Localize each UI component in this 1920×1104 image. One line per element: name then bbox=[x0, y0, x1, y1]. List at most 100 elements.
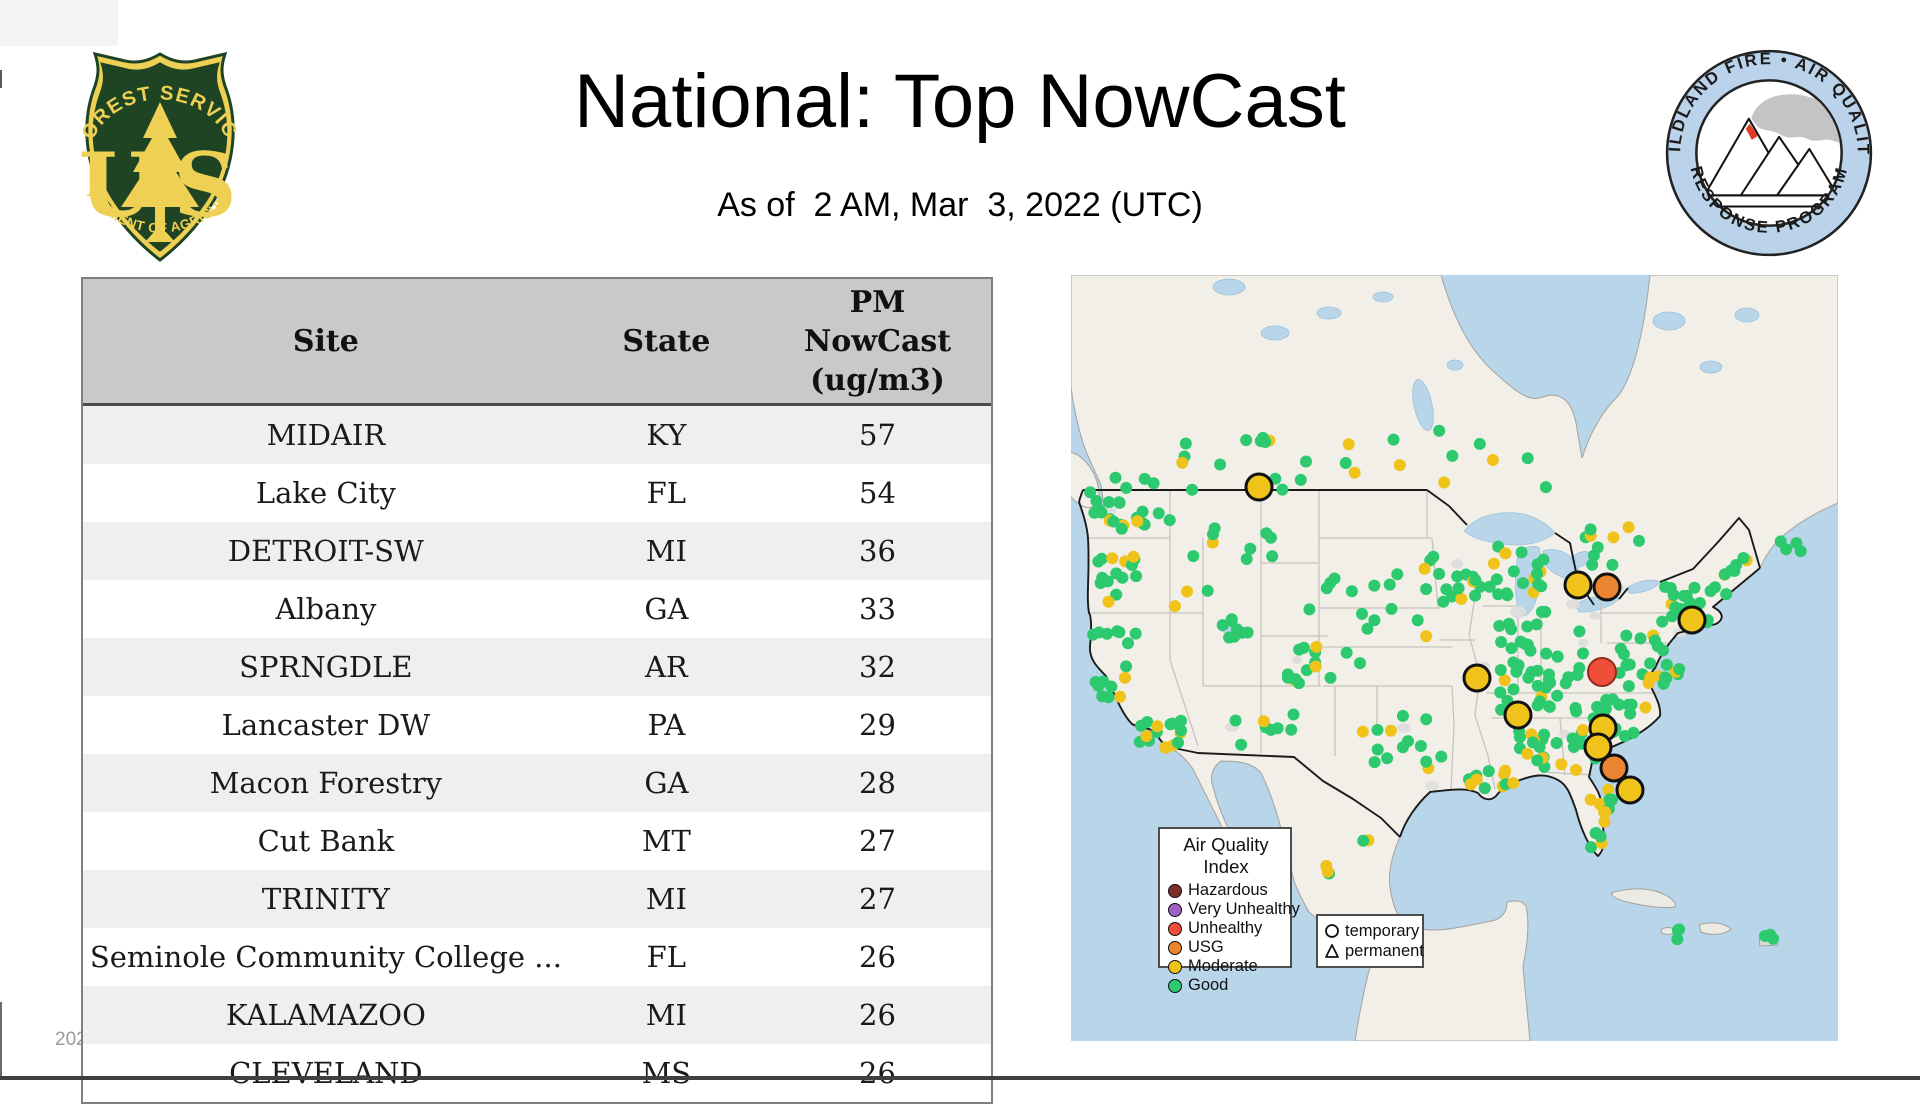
wfaqrp-logo-icon: WILDLAND FIRE • AIR QUALITY RESPONSE PRO… bbox=[1649, 27, 1873, 257]
monitor-dot-good bbox=[1737, 552, 1750, 564]
monitor-dot-good bbox=[1223, 631, 1236, 644]
monitor-dot-good bbox=[1107, 515, 1120, 528]
monitor-dot-good bbox=[1539, 681, 1552, 694]
value-cell: 26 bbox=[859, 998, 896, 1032]
monitor-dot-good bbox=[1186, 483, 1199, 496]
monitor-dot-good bbox=[1368, 579, 1381, 592]
monitor-dot-good bbox=[1354, 657, 1366, 670]
window-left-edge bbox=[0, 1002, 2, 1080]
monitor-dot-moderate bbox=[1106, 552, 1119, 565]
monitor-dot-good bbox=[1570, 705, 1583, 718]
site-cell: CLEVELAND bbox=[229, 1056, 423, 1090]
monitor-dot-good bbox=[1473, 437, 1486, 450]
monitor-dot-good bbox=[1618, 730, 1631, 742]
monitor-dot-good bbox=[1566, 732, 1579, 745]
monitor-dot-good bbox=[1164, 718, 1177, 731]
moderate-swatch-icon bbox=[1168, 959, 1182, 974]
monitor-dot-good bbox=[1102, 691, 1115, 704]
monitor-dot-good bbox=[1387, 433, 1400, 446]
monitor-dot-good bbox=[1599, 702, 1612, 715]
monitor-dot-good bbox=[1152, 507, 1165, 520]
monitor-dot-good bbox=[1521, 620, 1534, 633]
page-title: National: Top NowCast bbox=[574, 59, 1346, 144]
site-cell: Macon Forestry bbox=[209, 766, 443, 800]
monitor-dot-good bbox=[1320, 582, 1333, 595]
monitor-dot-good bbox=[1660, 658, 1673, 671]
value-cell: 26 bbox=[859, 940, 896, 974]
monitor-dot-good bbox=[1138, 472, 1151, 485]
usg-swatch-icon bbox=[1168, 940, 1182, 955]
monitor-dot-good bbox=[1660, 672, 1673, 685]
monitor-dot-moderate bbox=[1356, 725, 1369, 738]
table-row: DETROIT-SW MI 36 bbox=[83, 522, 991, 580]
aqi-legend-title: Air Quality Index bbox=[1183, 834, 1269, 877]
monitor-dot-good bbox=[1089, 676, 1102, 688]
monitor-dot-good bbox=[1764, 928, 1777, 941]
window-corner-shade bbox=[0, 0, 118, 46]
site-cell: TRINITY bbox=[261, 882, 390, 916]
monitor-dot-good bbox=[1603, 793, 1616, 806]
top-site-marker-moderate bbox=[1615, 775, 1645, 805]
monitor-dot-moderate bbox=[1348, 466, 1361, 479]
monitor-dot-good bbox=[1623, 658, 1636, 671]
aqi-legend-item: Very Unhealthy bbox=[1168, 900, 1300, 919]
monitor-dot-moderate bbox=[1607, 531, 1620, 544]
monitor-dot-good bbox=[1340, 646, 1353, 659]
monitor-dot-good bbox=[1113, 496, 1126, 509]
monitor-dot-good bbox=[1120, 481, 1133, 494]
monitor-dot-good bbox=[1577, 647, 1589, 660]
monitor-dot-good bbox=[1361, 622, 1374, 635]
monitor-dot-good bbox=[1109, 471, 1122, 484]
monitor-dot-good bbox=[1276, 483, 1289, 496]
site-cell: KALAMAZOO bbox=[225, 998, 426, 1032]
monitor-dot-good bbox=[1345, 585, 1358, 598]
monitor-dot-good bbox=[1513, 731, 1526, 744]
monitor-dot-good bbox=[1526, 736, 1539, 749]
monitor-dot-good bbox=[1381, 752, 1394, 765]
monitor-dot-good bbox=[1293, 643, 1306, 656]
col-header-state: State bbox=[568, 279, 764, 406]
monitor-dot-good bbox=[1420, 583, 1433, 596]
table-row: Seminole Community College ... FL 26 bbox=[83, 928, 991, 986]
monitor-dot-moderate bbox=[1114, 690, 1127, 703]
monitor-dot-good bbox=[1216, 619, 1229, 632]
aqi-legend-label: Good bbox=[1188, 976, 1229, 995]
monitor-dot-good bbox=[1130, 570, 1143, 583]
monitor-dot-good bbox=[1440, 583, 1453, 596]
monitor-dot-moderate bbox=[1119, 671, 1131, 684]
monitor-dot-good bbox=[1538, 728, 1551, 741]
monitor-dot-good bbox=[1490, 573, 1503, 586]
monitor-dot-good bbox=[1101, 627, 1113, 640]
value-cell: 54 bbox=[859, 476, 896, 510]
monitor-dot-good bbox=[1229, 714, 1242, 727]
monitor-dot-good bbox=[1539, 605, 1552, 618]
top-site-marker-unhealthy bbox=[1587, 657, 1617, 687]
monitor-dot-moderate bbox=[1438, 476, 1451, 489]
table-row: TRINITY MI 27 bbox=[83, 870, 991, 928]
monitor-dot-good bbox=[1667, 589, 1680, 601]
monitor-dot-good bbox=[1585, 841, 1597, 854]
monitor-dot-good bbox=[1129, 627, 1142, 640]
monitor-dot-good bbox=[1517, 577, 1529, 590]
monitor-dot-good bbox=[1435, 750, 1448, 763]
monitor-dot-good bbox=[1589, 827, 1602, 840]
monitor-dot-good bbox=[1357, 834, 1370, 847]
aqi-map: Air Quality Index Hazardous Very Unhealth… bbox=[1071, 275, 1838, 1041]
aqi-legend-item: USG bbox=[1168, 938, 1284, 957]
table-body: MIDAIR KY 57 Lake City FL 54 DETROIT-SW MI 36 Alb… bbox=[83, 404, 991, 1102]
monitor-dot-moderate bbox=[1102, 595, 1115, 608]
monitor-dot-moderate bbox=[1507, 777, 1520, 789]
monitor-dot-good bbox=[1452, 582, 1465, 595]
monitor-dot-moderate bbox=[1499, 547, 1512, 560]
monitor-dot-moderate bbox=[1498, 674, 1511, 687]
aqi-legend-label: Unhealthy bbox=[1188, 919, 1263, 938]
top-site-marker-moderate bbox=[1677, 605, 1707, 635]
monitor-dot-good bbox=[1172, 736, 1184, 749]
monitor-dot-moderate bbox=[1321, 865, 1334, 878]
monitor-dot-good bbox=[1411, 614, 1424, 627]
wfaqrp-logo: WILDLAND FIRE • AIR QUALITY RESPONSE PRO… bbox=[1649, 27, 1880, 264]
site-cell: Lancaster DW bbox=[221, 708, 431, 742]
monitor-dot-moderate bbox=[1131, 515, 1144, 528]
state-cell: GA bbox=[644, 592, 689, 626]
monitor-dot-moderate bbox=[1127, 550, 1140, 563]
